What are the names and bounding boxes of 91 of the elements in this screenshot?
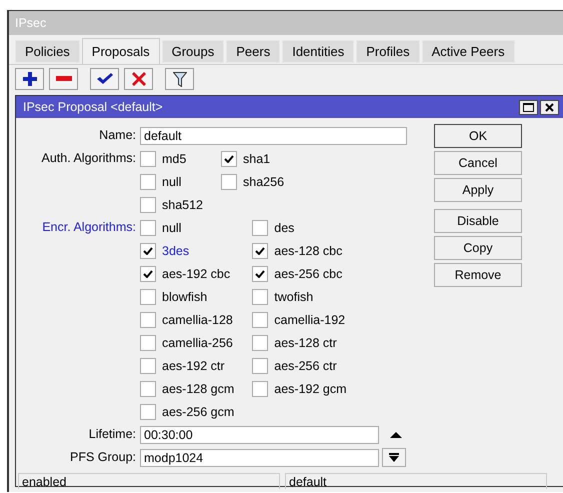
- checkbox-label: aes-256 cbc: [274, 266, 342, 280]
- checkbox[interactable]: [252, 266, 268, 282]
- checkbox-label: aes-128 gcm: [162, 382, 234, 396]
- checkbox-label: aes-256 gcm: [162, 404, 234, 418]
- add-button[interactable]: [15, 68, 44, 90]
- tab[interactable]: Active Peers: [422, 40, 515, 63]
- tab[interactable]: Peers: [226, 40, 280, 63]
- checkbox-label: des: [274, 220, 294, 234]
- checkbox[interactable]: [140, 358, 156, 374]
- checkbox-label: sha1: [243, 152, 270, 166]
- field-label: Lifetime:: [88, 426, 137, 443]
- checkbox[interactable]: [252, 288, 268, 304]
- checkmark-icon: [224, 154, 234, 162]
- checkmark-icon: [255, 270, 266, 278]
- dropdown-button[interactable]: [382, 448, 406, 467]
- tab[interactable]: Proposals: [82, 38, 160, 64]
- checkmark-icon: [143, 246, 153, 254]
- enable-button[interactable]: [90, 68, 119, 90]
- dialog-title: IPsec Proposal <default>: [23, 100, 163, 114]
- checkbox[interactable]: [140, 196, 156, 212]
- checkbox[interactable]: [140, 150, 156, 166]
- checkmark-icon: [255, 246, 266, 254]
- dialog-button[interactable]: Remove: [434, 263, 522, 287]
- dropdown-arrow-icon: [389, 453, 399, 462]
- checkbox-label: sha256: [243, 174, 284, 188]
- checkbox-label: aes-192 cbc: [162, 266, 230, 280]
- name-field[interactable]: default: [140, 126, 407, 144]
- checkbox-label: md5: [162, 152, 186, 166]
- tab[interactable]: Identities: [282, 40, 354, 63]
- field-label: Encr. Algorithms:: [41, 219, 137, 236]
- field-label: Auth. Algorithms:: [40, 150, 137, 167]
- plus-icon: [22, 72, 36, 86]
- checkbox[interactable]: [252, 220, 268, 236]
- dialog-button[interactable]: Disable: [434, 209, 522, 233]
- status-cell: default: [285, 473, 547, 489]
- tab[interactable]: Policies: [15, 40, 80, 63]
- window-title: IPsec: [15, 16, 46, 30]
- checkbox-label: null: [162, 220, 182, 234]
- checkbox[interactable]: [252, 312, 268, 328]
- checkbox[interactable]: [140, 312, 156, 328]
- checkbox[interactable]: [140, 220, 156, 236]
- checkbox-label: aes-192 gcm: [274, 382, 347, 396]
- checkbox[interactable]: [252, 358, 268, 374]
- checkbox[interactable]: [252, 242, 268, 258]
- dialog-button[interactable]: Copy: [434, 236, 522, 260]
- field-label: Name:: [98, 127, 137, 144]
- dialog-button[interactable]: Cancel: [434, 151, 522, 175]
- minus-icon: [56, 76, 72, 82]
- checkbox-label: aes-128 ctr: [274, 336, 337, 350]
- close-button[interactable]: [540, 100, 559, 114]
- dialog-button[interactable]: OK: [434, 124, 522, 148]
- checkbox-label: camellia-256: [162, 336, 233, 350]
- maximize-button[interactable]: [519, 100, 538, 114]
- checkbox[interactable]: [221, 150, 238, 166]
- checkbox[interactable]: [252, 380, 268, 396]
- tab[interactable]: Profiles: [356, 40, 420, 63]
- checkbox[interactable]: [140, 266, 156, 282]
- disable-button[interactable]: [124, 68, 153, 90]
- checkbox-label: 3des: [162, 244, 190, 258]
- checkbox-label: camellia-192: [274, 312, 346, 326]
- checkbox[interactable]: [140, 380, 156, 396]
- checkbox-label: aes-192 ctr: [162, 358, 225, 372]
- checkbox[interactable]: [252, 334, 268, 350]
- status-cell: enabled: [18, 473, 280, 489]
- checkbox-label: camellia-128: [162, 312, 233, 326]
- remove-button[interactable]: [49, 68, 78, 90]
- checkbox-label: aes-128 cbc: [274, 244, 342, 258]
- field-label: PFS Group:: [69, 449, 137, 466]
- cross-icon: [132, 72, 146, 86]
- check-icon: [96, 73, 112, 85]
- maximize-icon: [523, 102, 534, 112]
- filter-icon: [172, 72, 186, 86]
- filter-button[interactable]: [165, 68, 194, 90]
- checkbox-label: aes-256 ctr: [274, 358, 337, 372]
- lifetime-field[interactable]: 00:30:00: [140, 426, 379, 444]
- up-triangle-icon: [390, 432, 402, 438]
- close-icon: [545, 102, 554, 112]
- checkbox[interactable]: [221, 174, 238, 190]
- checkbox-label: sha512: [162, 198, 204, 212]
- checkbox[interactable]: [140, 404, 156, 420]
- checkbox[interactable]: [140, 174, 156, 190]
- checkbox-label: twofish: [274, 290, 314, 304]
- checkmark-icon: [143, 270, 153, 278]
- tab[interactable]: Groups: [162, 40, 224, 63]
- checkbox-label: null: [162, 174, 182, 188]
- checkbox[interactable]: [140, 288, 156, 304]
- checkbox[interactable]: [140, 242, 156, 258]
- checkbox[interactable]: [140, 334, 156, 350]
- pfs-group-field[interactable]: modp1024: [140, 448, 379, 466]
- checkbox-label: blowfish: [162, 290, 208, 304]
- dialog-button[interactable]: Apply: [434, 178, 522, 202]
